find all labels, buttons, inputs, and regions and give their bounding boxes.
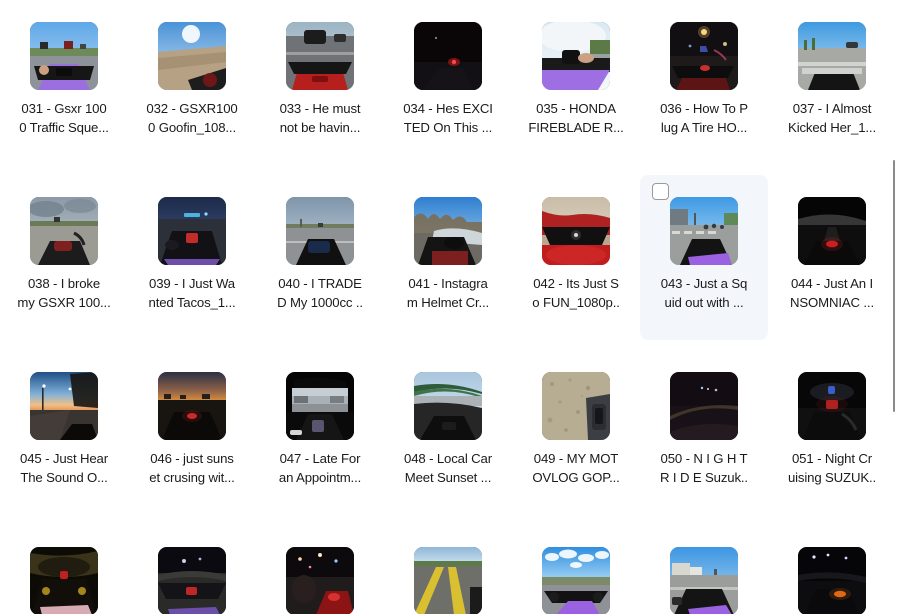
- video-thumbnail[interactable]: [286, 22, 354, 90]
- file-tile[interactable]: 038 - I broke my GSXR 100...: [0, 175, 128, 340]
- file-name-label: 038 - I broke my GSXR 100...: [17, 276, 111, 310]
- file-tile[interactable]: 045 - Just Hear The Sound O...: [0, 350, 128, 515]
- file-name-label: 050 - N I G H T R I D E Suzuk..: [660, 451, 748, 485]
- file-tile[interactable]: [768, 525, 896, 614]
- video-thumbnail[interactable]: [670, 547, 738, 614]
- video-thumbnail[interactable]: [286, 372, 354, 440]
- file-tile[interactable]: 047 - Late For an Appointm...: [256, 350, 384, 515]
- video-thumbnail[interactable]: [798, 547, 866, 614]
- file-name-label: 033 - He must not be havin...: [279, 101, 361, 135]
- video-thumbnail[interactable]: [542, 197, 610, 265]
- file-tile[interactable]: 035 - HONDA FIREBLADE R...: [512, 0, 640, 165]
- video-thumbnail[interactable]: [414, 197, 482, 265]
- video-thumbnail[interactable]: [30, 372, 98, 440]
- file-tile[interactable]: 036 - How To P lug A Tire HO...: [640, 0, 768, 165]
- file-tile[interactable]: 042 - Its Just S o FUN_1080p..: [512, 175, 640, 340]
- file-tile[interactable]: [512, 525, 640, 614]
- file-name-label: 048 - Local Car Meet Sunset ...: [404, 451, 492, 485]
- video-thumbnail[interactable]: [286, 547, 354, 614]
- file-tile[interactable]: 049 - MY MOT OVLOG GOP...: [512, 350, 640, 515]
- video-thumbnail[interactable]: [286, 197, 354, 265]
- video-thumbnail[interactable]: [414, 547, 482, 614]
- file-name-label: 049 - MY MOT OVLOG GOP...: [532, 451, 620, 485]
- file-tile[interactable]: 044 - Just An I NSOMNIAC ...: [768, 175, 896, 340]
- file-tile[interactable]: 051 - Night Cr uising SUZUK..: [768, 350, 896, 515]
- video-thumbnail[interactable]: [670, 22, 738, 90]
- video-thumbnail[interactable]: [670, 372, 738, 440]
- file-tile[interactable]: 046 - just suns et crusing wit...: [128, 350, 256, 515]
- vertical-scrollbar[interactable]: [888, 0, 900, 614]
- file-tile[interactable]: [128, 525, 256, 614]
- file-explorer-content-pane[interactable]: 031 - Gsxr 100 0 Traffic Sque... 032 - GS…: [0, 0, 900, 614]
- file-name-label: 036 - How To P lug A Tire HO...: [660, 101, 748, 135]
- file-tile[interactable]: [256, 525, 384, 614]
- file-tile[interactable]: 043 - Just a Sq uid out with ...: [640, 175, 768, 340]
- file-name-label: 039 - I Just Wa nted Tacos_1...: [148, 276, 236, 310]
- video-thumbnail[interactable]: [30, 197, 98, 265]
- video-thumbnail[interactable]: [30, 22, 98, 90]
- file-name-label: 031 - Gsxr 100 0 Traffic Sque...: [19, 101, 109, 135]
- video-thumbnail[interactable]: [158, 372, 226, 440]
- file-tile[interactable]: [384, 525, 512, 614]
- video-thumbnail[interactable]: [414, 372, 482, 440]
- file-name-label: 047 - Late For an Appointm...: [278, 451, 362, 485]
- file-tile[interactable]: 050 - N I G H T R I D E Suzuk..: [640, 350, 768, 515]
- video-thumbnail[interactable]: [542, 372, 610, 440]
- video-thumbnail[interactable]: [158, 22, 226, 90]
- file-name-label: 037 - I Almost Kicked Her_1...: [788, 101, 876, 135]
- file-name-label: 051 - Night Cr uising SUZUK..: [787, 451, 877, 485]
- scrollbar-thumb[interactable]: [893, 160, 895, 412]
- video-thumbnail[interactable]: [798, 22, 866, 90]
- file-name-label: 041 - Instagra m Helmet Cr...: [406, 276, 490, 310]
- file-name-label: 043 - Just a Sq uid out with ...: [660, 276, 748, 310]
- video-thumbnail[interactable]: [158, 547, 226, 614]
- file-tile[interactable]: 039 - I Just Wa nted Tacos_1...: [128, 175, 256, 340]
- file-name-label: 046 - just suns et crusing wit...: [149, 451, 235, 485]
- video-thumbnail[interactable]: [798, 372, 866, 440]
- video-thumbnail[interactable]: [414, 22, 482, 90]
- file-tile[interactable]: 048 - Local Car Meet Sunset ...: [384, 350, 512, 515]
- video-thumbnail[interactable]: [542, 547, 610, 614]
- file-grid: 031 - Gsxr 100 0 Traffic Sque... 032 - GS…: [0, 0, 890, 614]
- file-tile[interactable]: 032 - GSXR100 0 Goofin_108...: [128, 0, 256, 165]
- video-thumbnail[interactable]: [670, 197, 738, 265]
- file-tile[interactable]: 040 - I TRADE D My 1000cc ..: [256, 175, 384, 340]
- file-name-label: 034 - Hes EXCI TED On This ...: [403, 101, 493, 135]
- video-thumbnail[interactable]: [798, 197, 866, 265]
- file-name-label: 044 - Just An I NSOMNIAC ...: [790, 276, 874, 310]
- file-tile[interactable]: 041 - Instagra m Helmet Cr...: [384, 175, 512, 340]
- file-tile[interactable]: 034 - Hes EXCI TED On This ...: [384, 0, 512, 165]
- file-tile[interactable]: [0, 525, 128, 614]
- file-name-label: 035 - HONDA FIREBLADE R...: [528, 101, 624, 135]
- file-name-label: 040 - I TRADE D My 1000cc ..: [277, 276, 363, 310]
- file-tile[interactable]: 033 - He must not be havin...: [256, 0, 384, 165]
- file-select-checkbox[interactable]: [652, 183, 669, 200]
- file-tile[interactable]: 031 - Gsxr 100 0 Traffic Sque...: [0, 0, 128, 165]
- file-tile[interactable]: 037 - I Almost Kicked Her_1...: [768, 0, 896, 165]
- file-name-label: 045 - Just Hear The Sound O...: [20, 451, 108, 485]
- file-tile[interactable]: [640, 525, 768, 614]
- video-thumbnail[interactable]: [542, 22, 610, 90]
- video-thumbnail[interactable]: [30, 547, 98, 614]
- file-name-label: 042 - Its Just S o FUN_1080p..: [532, 276, 620, 310]
- file-name-label: 032 - GSXR100 0 Goofin_108...: [146, 101, 238, 135]
- video-thumbnail[interactable]: [158, 197, 226, 265]
